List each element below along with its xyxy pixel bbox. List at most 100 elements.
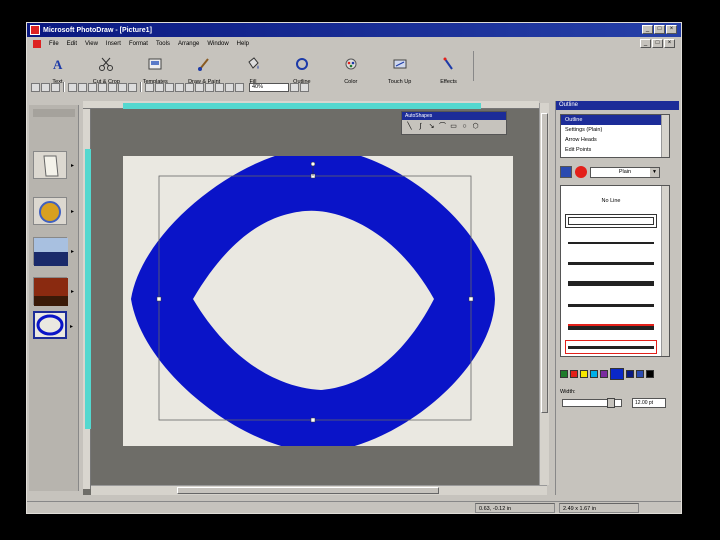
doc-minimize-button[interactable]: _ bbox=[640, 39, 651, 48]
freeform-icon[interactable]: ⌒ bbox=[438, 123, 447, 131]
line-option[interactable] bbox=[565, 320, 657, 334]
group-icon[interactable] bbox=[155, 82, 164, 92]
thumbnail-sunset[interactable]: ▸ bbox=[33, 277, 74, 306]
scroll-thumb[interactable] bbox=[177, 487, 439, 494]
help-icon[interactable] bbox=[300, 82, 309, 92]
horizontal-scrollbar[interactable] bbox=[91, 485, 547, 495]
blue-outlined-shape[interactable] bbox=[131, 156, 495, 446]
swatch[interactable] bbox=[580, 370, 588, 378]
line-tool-icon[interactable] bbox=[185, 82, 194, 92]
outline-style-icon[interactable] bbox=[560, 166, 572, 178]
menu-window[interactable]: Window bbox=[203, 41, 232, 47]
width-input[interactable]: 12.00 pt bbox=[632, 398, 666, 408]
line-option[interactable] bbox=[565, 298, 657, 312]
swatch[interactable] bbox=[636, 370, 644, 378]
swatch[interactable] bbox=[560, 370, 568, 378]
menu-edit[interactable]: Edit bbox=[63, 41, 81, 47]
tree-item-edit-points[interactable]: Edit Points bbox=[561, 145, 669, 155]
chevron-down-icon[interactable]: ▼ bbox=[650, 167, 659, 177]
new-file-icon[interactable] bbox=[31, 82, 40, 92]
selection-handle[interactable] bbox=[310, 417, 316, 423]
open-file-icon[interactable] bbox=[41, 82, 50, 92]
cut-icon[interactable] bbox=[88, 82, 97, 92]
selection-handle[interactable] bbox=[156, 296, 162, 302]
menu-arrange[interactable]: Arrange bbox=[174, 41, 203, 47]
swatch[interactable] bbox=[590, 370, 598, 378]
menu-file[interactable]: File bbox=[45, 41, 63, 47]
rectangle-tool-icon[interactable] bbox=[205, 82, 214, 92]
current-color-swatch[interactable] bbox=[610, 368, 624, 380]
minimize-button[interactable]: _ bbox=[642, 25, 653, 34]
line-option-selected[interactable] bbox=[565, 214, 657, 228]
thumbnail-menu-arrow[interactable]: ▸ bbox=[71, 248, 74, 255]
doc-maximize-button[interactable]: □ bbox=[652, 39, 663, 48]
ellipse-icon[interactable]: ○ bbox=[460, 123, 469, 131]
line-option[interactable] bbox=[565, 236, 657, 250]
tree-item-settings[interactable]: Settings (Plain) bbox=[561, 125, 669, 135]
thumbnail-menu-arrow[interactable]: ▸ bbox=[71, 162, 74, 169]
draw-paint-button[interactable]: Draw & Paint bbox=[180, 51, 229, 103]
pan-icon[interactable] bbox=[175, 82, 184, 92]
close-button[interactable]: × bbox=[666, 25, 677, 34]
swatch[interactable] bbox=[600, 370, 608, 378]
swatch[interactable] bbox=[570, 370, 578, 378]
text-tool-icon[interactable] bbox=[225, 82, 234, 92]
outline-button[interactable]: Outline bbox=[277, 51, 326, 103]
arrange-icon[interactable] bbox=[145, 82, 154, 92]
menu-insert[interactable]: Insert bbox=[102, 41, 125, 47]
templates-button[interactable]: Templates bbox=[131, 51, 180, 103]
thumbnail-menu-arrow[interactable]: ▸ bbox=[70, 323, 73, 330]
thumbnail-shield[interactable]: ▸ bbox=[33, 197, 74, 225]
tree-item-arrow-heads[interactable]: Arrow Heads bbox=[561, 135, 669, 145]
width-slider[interactable] bbox=[562, 398, 622, 408]
copy-icon[interactable] bbox=[98, 82, 107, 92]
menu-format[interactable]: Format bbox=[125, 41, 152, 47]
curve-tool-icon[interactable] bbox=[195, 82, 204, 92]
swatch[interactable] bbox=[646, 370, 654, 378]
redo-icon[interactable] bbox=[128, 82, 137, 92]
ellipse-tool-icon[interactable] bbox=[215, 82, 224, 92]
effects-button[interactable]: Effects bbox=[424, 51, 473, 103]
rectangle-icon[interactable]: ▭ bbox=[449, 123, 458, 131]
style-category-select[interactable]: Plain ▼ bbox=[590, 166, 660, 178]
slider-knob[interactable] bbox=[607, 398, 615, 408]
text-tool-button[interactable]: A Text bbox=[33, 51, 82, 103]
print-icon[interactable] bbox=[68, 82, 77, 92]
color-button[interactable]: Color bbox=[326, 51, 375, 103]
menu-help[interactable]: Help bbox=[233, 41, 253, 47]
maximize-button[interactable]: □ bbox=[654, 25, 665, 34]
arrow-icon[interactable]: ↘ bbox=[427, 123, 436, 131]
zoom-dropdown-icon[interactable] bbox=[290, 82, 299, 92]
rotate-handle[interactable] bbox=[310, 161, 316, 167]
fill-button[interactable]: Fill bbox=[229, 51, 278, 103]
line-option[interactable] bbox=[565, 340, 657, 354]
pointer-icon[interactable] bbox=[165, 82, 174, 92]
thumbnail-menu-arrow[interactable]: ▸ bbox=[71, 208, 74, 215]
thumbnail-current-shape[interactable]: ▸ bbox=[33, 311, 73, 339]
gallery-scrollbar[interactable] bbox=[661, 186, 669, 356]
line-option-none[interactable]: No Line bbox=[565, 194, 657, 208]
menu-tools[interactable]: Tools bbox=[152, 41, 174, 47]
scan-icon[interactable] bbox=[78, 82, 87, 92]
document-icon[interactable] bbox=[33, 39, 41, 48]
zoom-select[interactable]: 40% bbox=[249, 82, 289, 92]
thumbnail-menu-arrow[interactable]: ▸ bbox=[71, 288, 74, 295]
scroll-thumb[interactable] bbox=[541, 113, 548, 413]
line-icon[interactable]: ╲ bbox=[405, 123, 414, 131]
polygon-icon[interactable]: ⬡ bbox=[471, 123, 480, 131]
tree-scrollbar[interactable] bbox=[661, 115, 669, 157]
doc-close-button[interactable]: × bbox=[664, 39, 675, 48]
thumbnail-paper[interactable]: ▸ bbox=[33, 151, 74, 179]
cut-crop-button[interactable]: Cut & Crop bbox=[82, 51, 131, 103]
thumbnail-landscape[interactable]: ▸ bbox=[33, 237, 74, 266]
autoshape-tool-icon[interactable] bbox=[235, 82, 244, 92]
paste-icon[interactable] bbox=[108, 82, 117, 92]
tree-item-outline[interactable]: Outline bbox=[561, 115, 669, 125]
swatch[interactable] bbox=[626, 370, 634, 378]
touch-up-button[interactable]: Touch Up bbox=[375, 51, 424, 103]
curve-icon[interactable]: ∫ bbox=[416, 123, 425, 131]
line-option[interactable] bbox=[565, 256, 657, 270]
menu-view[interactable]: View bbox=[81, 41, 102, 47]
selection-handle[interactable] bbox=[468, 296, 474, 302]
vertical-scrollbar[interactable] bbox=[539, 103, 549, 485]
